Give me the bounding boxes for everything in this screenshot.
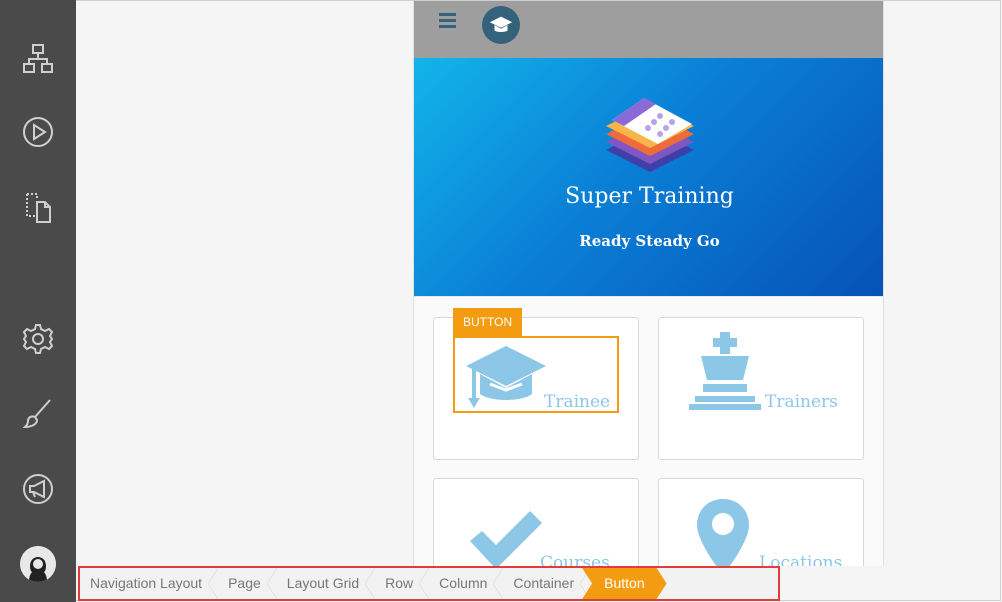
sitemap-icon[interactable] (19, 40, 57, 78)
selection-tag: BUTTON (453, 308, 523, 336)
locations-button[interactable]: Locations (658, 478, 864, 566)
page-copy-icon[interactable] (19, 188, 57, 226)
map-pin-icon (695, 497, 751, 566)
phone-preview: Super Training Ready Steady Go Trainee T… (413, 0, 884, 566)
breadcrumb-button[interactable]: Button (582, 568, 666, 599)
selection-outline (453, 336, 619, 413)
app-subtitle: Ready Steady Go (579, 232, 720, 250)
tiles-grid: Trainee Trainers Courses Locations BUTTO… (414, 296, 883, 566)
courses-label: Courses (540, 553, 610, 566)
breadcrumb-column[interactable]: Column (429, 568, 504, 599)
checkmark-icon (466, 507, 546, 566)
play-icon[interactable] (19, 113, 57, 151)
app-topbar (414, 0, 883, 58)
brush-icon[interactable] (19, 394, 57, 432)
chess-king-icon (687, 330, 763, 412)
graduation-cap-logo-icon[interactable] (482, 6, 520, 44)
trainers-label: Trainers (765, 392, 838, 412)
app-title: Super Training (565, 184, 734, 209)
megaphone-icon[interactable] (19, 470, 57, 508)
hamburger-menu-icon[interactable] (438, 12, 458, 30)
breadcrumb-layout-grid[interactable]: Layout Grid (277, 568, 376, 599)
stacked-layers-logo-icon (598, 92, 702, 184)
trainers-button[interactable]: Trainers (658, 317, 864, 460)
courses-button[interactable]: Courses (433, 478, 639, 566)
breadcrumb-row[interactable]: Row (375, 568, 430, 599)
left-sidebar (0, 0, 76, 602)
breadcrumb-navigation-layout[interactable]: Navigation Layout (80, 568, 219, 599)
hero-banner: Super Training Ready Steady Go (414, 58, 883, 296)
locations-label: Locations (759, 553, 843, 566)
gear-icon[interactable] (19, 320, 57, 358)
breadcrumb-container[interactable]: Container (503, 568, 590, 599)
avatar-icon[interactable] (20, 546, 56, 582)
breadcrumb: Navigation Layout Page Layout Grid Row C… (78, 566, 780, 601)
breadcrumb-page[interactable]: Page (218, 568, 277, 599)
